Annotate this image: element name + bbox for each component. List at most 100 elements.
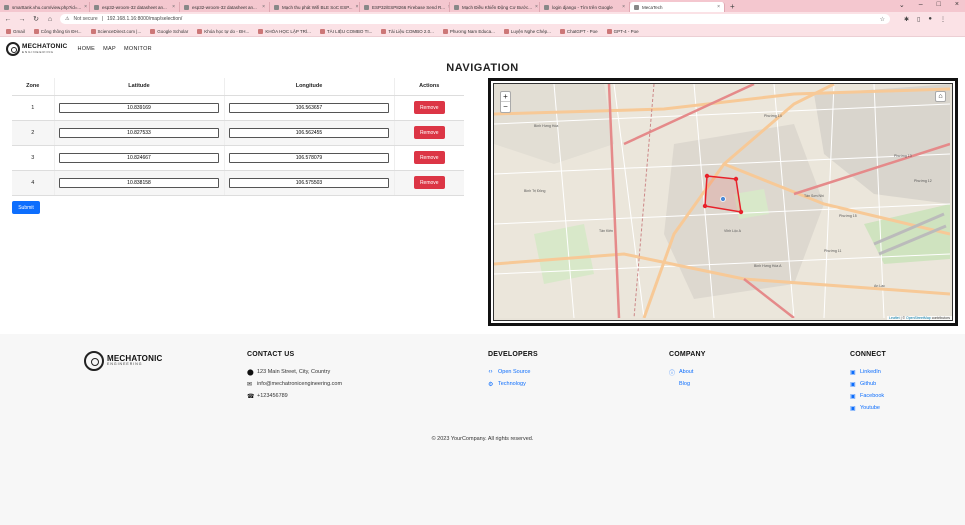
link-youtube[interactable]: ▣ Youtube — [850, 402, 886, 414]
reload-icon[interactable]: ↻ — [32, 15, 40, 23]
bookmark-item[interactable]: Tài Liệu COMBO 2.0... — [381, 28, 434, 34]
bookmark-label: TÀI LIỆU COMBO TI... — [326, 28, 373, 34]
bookmark-label: Gmail — [13, 28, 25, 34]
link-blog[interactable]: Blog — [669, 378, 706, 390]
map-attribution: Leaflet | © OpenStreetMap contributors — [887, 316, 952, 320]
latitude-input[interactable] — [59, 177, 219, 188]
close-window-icon[interactable]: × — [955, 1, 959, 9]
browser-tab[interactable]: Mạch thu phát Wifi BLE SoC ESP... × — [270, 2, 360, 12]
phone-icon: ☎ — [247, 393, 255, 400]
new-tab-icon[interactable]: + — [725, 2, 740, 11]
star-icon[interactable]: ☆ — [880, 16, 885, 23]
close-icon[interactable]: × — [84, 4, 87, 10]
bookmark-label: Tài Liệu COMBO 2.0... — [388, 28, 434, 34]
map-view[interactable]: Bình Hưng Hòa Phường 13 Phường 12 Tân Sơ… — [493, 83, 953, 321]
zone-vertex[interactable] — [702, 203, 708, 209]
url-input[interactable]: ⚠ Not secure | 192.168.1.16:8000/map/sel… — [60, 14, 890, 24]
zoom-out-button[interactable]: − — [501, 102, 510, 112]
link-linkedin[interactable]: ▣ LinkedIn — [850, 366, 886, 378]
longitude-input[interactable] — [229, 177, 389, 188]
browser-tab[interactable]: esp32-wroom-32 datasheet an... × — [180, 2, 270, 12]
back-icon[interactable]: ← — [4, 16, 12, 23]
menu-icon[interactable]: ⋮ — [940, 16, 946, 23]
map-label: Vĩnh Lộc A — [724, 229, 741, 233]
close-icon[interactable]: × — [355, 4, 358, 10]
maximize-icon[interactable]: □ — [937, 1, 941, 9]
address-bar: ← → ↻ ⌂ ⚠ Not secure | 192.168.1.16:8000… — [0, 12, 965, 26]
bookmark-item[interactable]: ChatGPT - Poe — [559, 28, 598, 34]
bookmark-item[interactable]: Phương Nam Educa... — [442, 28, 495, 34]
bookmark-label: Google Scholar — [157, 28, 189, 34]
bookmark-icon — [381, 28, 387, 34]
sidepanel-icon[interactable]: ▯ — [917, 16, 920, 23]
zone-vertex[interactable] — [704, 173, 710, 179]
map-home-button[interactable]: ⌂ — [935, 91, 946, 102]
tab-label: esp32-wroom-32 datasheet an... — [192, 4, 257, 10]
contact-email[interactable]: ✉ info@mechatronicengineering.com — [247, 378, 342, 390]
link-github[interactable]: ▣ Github — [850, 378, 886, 390]
brand-logo[interactable]: MECHATONIC ENGINEERING — [6, 42, 67, 56]
contact-phone[interactable]: ☎ +123456789 — [247, 390, 342, 402]
bookmark-item[interactable]: Công thông tin ĐH... — [33, 28, 82, 34]
map-label: Bình Hưng Hòa A — [754, 264, 782, 268]
link-open-source[interactable]: ‹› Open Source — [488, 366, 538, 378]
longitude-input[interactable] — [229, 102, 389, 113]
browser-tab[interactable]: Mạch Điều Khiển Động Cơ Bước... × — [450, 2, 540, 12]
nav-monitor[interactable]: MONITOR — [124, 46, 152, 52]
latitude-input[interactable] — [59, 127, 219, 138]
browser-tab-active[interactable]: MecaTech × — [630, 2, 725, 12]
forward-icon[interactable]: → — [18, 16, 26, 23]
bookmark-item[interactable]: Luyện Nghe Chép... — [503, 28, 551, 34]
address-text: 123 Main Street, City, Country — [257, 369, 331, 375]
zone-vertex[interactable] — [738, 209, 744, 215]
bookmark-item[interactable]: Google Scholar — [150, 28, 189, 34]
security-label: Not secure — [73, 16, 98, 22]
longitude-input[interactable] — [229, 152, 389, 163]
nav-home[interactable]: HOME — [77, 46, 95, 52]
column-header-latitude: Latitude — [54, 78, 225, 96]
link-technology[interactable]: ⚙ Technology — [488, 378, 538, 390]
zoom-in-button[interactable]: + — [501, 92, 510, 102]
zone-vertex[interactable] — [733, 176, 739, 182]
footer-logo[interactable]: MECHATONIC ENGINEERING — [84, 351, 162, 371]
close-icon[interactable]: × — [262, 4, 265, 10]
home-icon[interactable]: ⌂ — [46, 16, 54, 23]
location-marker[interactable] — [720, 196, 726, 202]
extensions-icon[interactable]: ✱ — [904, 16, 909, 23]
close-icon[interactable]: × — [622, 4, 625, 10]
bookmark-item[interactable]: GPT-4 - Poe — [606, 28, 639, 34]
latitude-input[interactable] — [59, 152, 219, 163]
zone-table: Zone Latitude Longitude Actions 1 Remove… — [12, 78, 464, 196]
minimize-icon[interactable]: – — [919, 1, 923, 9]
link-facebook[interactable]: ▣ Facebook — [850, 390, 886, 402]
link-about[interactable]: ⓘ About — [669, 366, 706, 378]
table-row: 4 Remove — [12, 170, 464, 196]
nav-map[interactable]: MAP — [103, 46, 116, 52]
leaflet-link[interactable]: Leaflet — [889, 316, 900, 320]
zone-polygon[interactable] — [704, 175, 742, 213]
close-icon[interactable]: × — [717, 4, 720, 10]
bookmark-item[interactable]: ScienceDirect.com |... — [90, 28, 141, 34]
link-label: Technology — [498, 381, 526, 387]
osm-link[interactable]: OpenStreetMap — [906, 316, 931, 320]
bookmark-item[interactable]: Gmail — [6, 28, 25, 34]
latitude-input[interactable] — [59, 102, 219, 113]
longitude-input[interactable] — [229, 127, 389, 138]
tab-label: Mạch Điều Khiển Động Cơ Bước... — [462, 4, 532, 10]
remove-button[interactable]: Remove — [413, 101, 445, 114]
browser-tab[interactable]: login django - Tìm trên Google × — [540, 2, 630, 12]
bookmark-item[interactable]: KHÓA HỌC LẬP TRÌ... — [258, 28, 311, 34]
chevron-down-icon[interactable]: ⌄ — [899, 1, 905, 9]
bookmark-item[interactable]: TÀI LIỆU COMBO TI... — [319, 28, 373, 34]
remove-button[interactable]: Remove — [413, 126, 445, 139]
profile-icon[interactable]: ● — [928, 16, 932, 23]
browser-tab[interactable]: esp32-wroom-32 datasheet an... × — [90, 2, 180, 12]
remove-button[interactable]: Remove — [413, 176, 445, 189]
browser-tab[interactable]: ESP32/ESP8266 Firebase Send R...× — [360, 2, 450, 12]
submit-button[interactable]: Submit — [12, 201, 40, 214]
bookmark-item[interactable]: Khóa học tự do - ĐH... — [197, 28, 249, 34]
close-icon[interactable]: × — [535, 4, 538, 10]
close-icon[interactable]: × — [172, 4, 175, 10]
remove-button[interactable]: Remove — [413, 151, 445, 164]
browser-tab[interactable]: smarttank.vhu.com/view.php?id=... × — [0, 2, 90, 12]
